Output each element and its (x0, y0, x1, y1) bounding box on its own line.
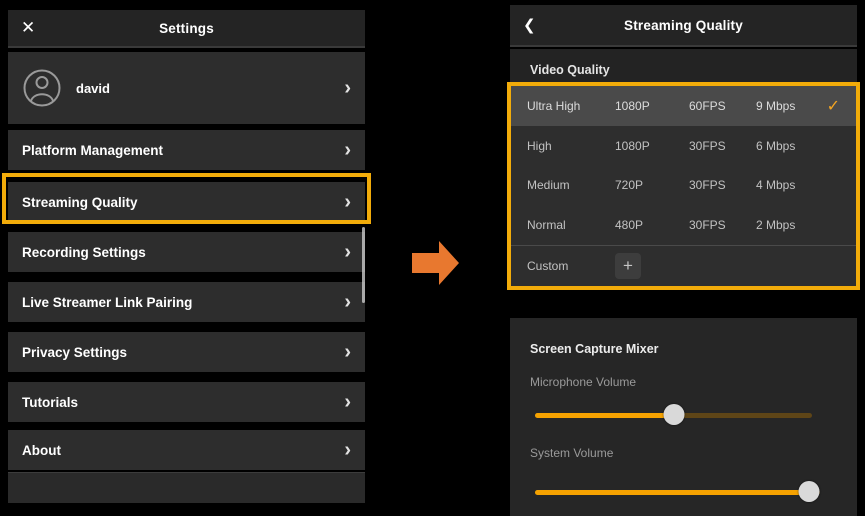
menu-item-label: About (22, 443, 61, 458)
menu-item-about[interactable]: About › (8, 430, 365, 470)
quality-bitrate: 2 Mbps (756, 218, 840, 232)
chevron-right-icon: › (344, 440, 351, 460)
microphone-volume-label: Microphone Volume (530, 375, 636, 389)
chevron-right-icon: › (344, 242, 351, 262)
menu-item-recording-settings[interactable]: Recording Settings › (8, 232, 365, 272)
quality-name: Ultra High (527, 99, 615, 113)
quality-name: Normal (527, 218, 615, 232)
quality-row-ultra-high[interactable]: Ultra High 1080P 60FPS 9 Mbps ✓ (511, 86, 856, 126)
quality-resolution: 1080P (615, 139, 689, 153)
streaming-quality-screen: ❮ Streaming Quality Video Quality Ultra … (510, 5, 857, 516)
quality-row-normal[interactable]: Normal 480P 30FPS 2 Mbps (511, 205, 856, 245)
scrollbar-thumb[interactable] (362, 227, 365, 303)
quality-resolution: 1080P (615, 99, 689, 113)
quality-bitrate: 6 Mbps (756, 139, 840, 153)
chevron-right-icon: › (344, 292, 351, 312)
avatar-icon (22, 68, 62, 108)
plus-icon: + (623, 256, 633, 276)
settings-title: Settings (159, 21, 214, 36)
menu-item-label: Privacy Settings (22, 345, 127, 360)
streaming-quality-title: Streaming Quality (624, 18, 743, 33)
quality-row-medium[interactable]: Medium 720P 30FPS 4 Mbps (511, 166, 856, 206)
slider-fill (535, 490, 809, 495)
settings-screen: ✕ Settings david › Platform Management ›… (8, 10, 365, 506)
close-icon[interactable]: ✕ (21, 18, 35, 38)
screen-capture-mixer-panel: Screen Capture Mixer Microphone Volume S… (510, 318, 857, 516)
system-volume-label: System Volume (530, 446, 613, 460)
quality-bitrate: 4 Mbps (756, 178, 840, 192)
quality-fps: 30FPS (689, 178, 756, 192)
video-quality-label: Video Quality (530, 63, 610, 77)
menu-item-label: Tutorials (22, 395, 78, 410)
check-icon: ✓ (827, 96, 840, 116)
chevron-right-icon: › (344, 342, 351, 362)
system-volume-slider[interactable] (535, 481, 820, 503)
slider-thumb[interactable] (663, 404, 684, 425)
quality-name: Medium (527, 178, 615, 192)
custom-label: Custom (527, 259, 615, 273)
quality-bitrate: 9 Mbps (756, 99, 827, 113)
menu-item-label: Platform Management (22, 143, 163, 158)
profile-row[interactable]: david › (8, 52, 365, 124)
slider-thumb[interactable] (798, 481, 819, 502)
menu-item-streaming-quality[interactable]: Streaming Quality › (8, 182, 365, 222)
profile-name: david (76, 81, 110, 96)
settings-header: ✕ Settings (8, 10, 365, 48)
menu-item-label: Recording Settings (22, 245, 146, 260)
add-custom-button[interactable]: + (615, 253, 641, 279)
quality-fps: 30FPS (689, 139, 756, 153)
chevron-right-icon: › (344, 78, 351, 98)
chevron-right-icon: › (344, 192, 351, 212)
slider-fill (535, 413, 674, 418)
streaming-quality-header: ❮ Streaming Quality (510, 5, 857, 47)
menu-item-label: Live Streamer Link Pairing (22, 295, 192, 310)
mixer-title: Screen Capture Mixer (530, 342, 659, 356)
quality-resolution: 720P (615, 178, 689, 192)
menu-item-platform-management[interactable]: Platform Management › (8, 130, 365, 170)
screenshot-canvas: ✕ Settings david › Platform Management ›… (0, 0, 865, 516)
chevron-right-icon: › (344, 392, 351, 412)
quality-row-custom: Custom + (511, 245, 856, 286)
transition-arrow-icon (412, 240, 460, 286)
menu-item-tutorials[interactable]: Tutorials › (8, 382, 365, 422)
menu-item-privacy-settings[interactable]: Privacy Settings › (8, 332, 365, 372)
quality-row-high[interactable]: High 1080P 30FPS 6 Mbps (511, 126, 856, 166)
quality-table: Ultra High 1080P 60FPS 9 Mbps ✓ High 108… (507, 82, 860, 290)
menu-item-label: Streaming Quality (22, 195, 138, 210)
partial-row (8, 472, 365, 503)
back-icon[interactable]: ❮ (523, 16, 536, 34)
quality-resolution: 480P (615, 218, 689, 232)
menu-item-live-streamer-link-pairing[interactable]: Live Streamer Link Pairing › (8, 282, 365, 322)
quality-name: High (527, 139, 615, 153)
microphone-volume-slider[interactable] (535, 404, 812, 426)
quality-fps: 30FPS (689, 218, 756, 232)
chevron-right-icon: › (344, 140, 351, 160)
quality-fps: 60FPS (689, 99, 756, 113)
